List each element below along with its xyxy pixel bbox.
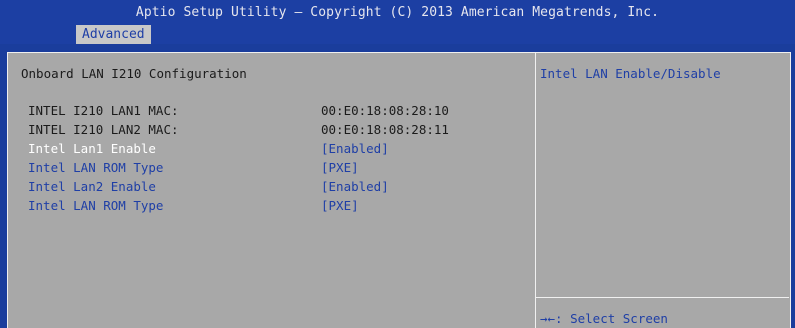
option-lan1-enable-value[interactable]: [Enabled] [321, 141, 389, 156]
lan1-mac-value: 00:E0:18:08:28:10 [321, 103, 449, 118]
option-lan2-enable-value[interactable]: [Enabled] [321, 179, 389, 194]
lan2-mac-value: 00:E0:18:08:28:11 [321, 122, 449, 137]
option-lan1-rom-type-value[interactable]: [PXE] [321, 160, 359, 175]
tab-advanced[interactable]: Advanced [76, 25, 151, 44]
option-lan2-rom-type-label[interactable]: Intel LAN ROM Type [28, 198, 163, 213]
option-lan1-rom-type-label[interactable]: Intel LAN ROM Type [28, 160, 163, 175]
option-lan1-enable-label[interactable]: Intel Lan1 Enable [28, 141, 156, 156]
window-title: Aptio Setup Utility – Copyright (C) 2013… [135, 5, 660, 20]
header-bar: Aptio Setup Utility – Copyright (C) 2013… [0, 0, 795, 44]
key-hint-select-screen: →←: Select Screen [540, 311, 668, 326]
help-text: Intel LAN Enable/Disable [540, 66, 721, 81]
help-separator [536, 297, 789, 298]
option-lan2-rom-type-value[interactable]: [PXE] [321, 198, 359, 213]
section-title: Onboard LAN I210 Configuration [21, 66, 247, 81]
panel-divider [535, 52, 536, 328]
lan1-mac-label: INTEL I210 LAN1 MAC: [28, 103, 179, 118]
lan2-mac-label: INTEL I210 LAN2 MAC: [28, 122, 179, 137]
option-lan2-enable-label[interactable]: Intel Lan2 Enable [28, 179, 156, 194]
